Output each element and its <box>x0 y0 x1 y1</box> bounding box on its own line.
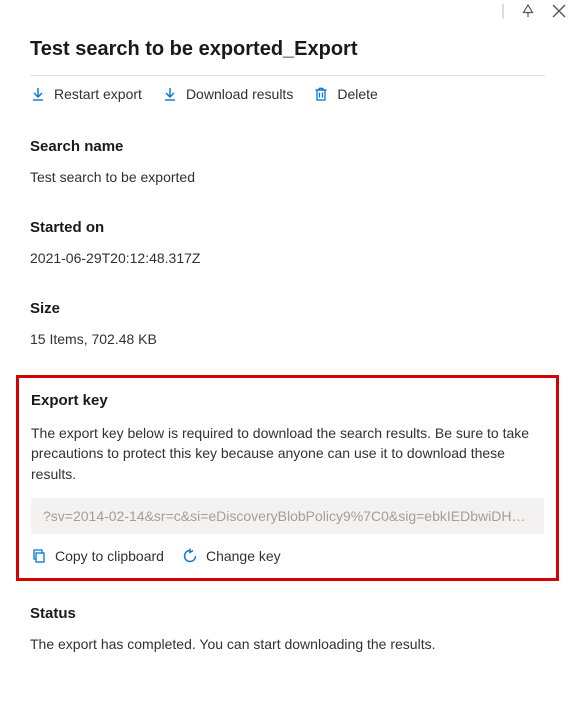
copy-to-clipboard-label: Copy to clipboard <box>55 548 164 564</box>
delete-label: Delete <box>337 86 377 102</box>
download-arrow-icon <box>162 86 178 102</box>
restart-export-label: Restart export <box>54 86 142 102</box>
divider <box>30 75 545 76</box>
status-section: Status The export has completed. You can… <box>30 605 545 652</box>
size-value: 15 Items, 702.48 KB <box>30 331 545 347</box>
change-key-label: Change key <box>206 548 281 564</box>
size-label: Size <box>30 300 545 317</box>
favorite-icon[interactable] <box>519 2 537 20</box>
copy-to-clipboard-button[interactable]: Copy to clipboard <box>31 548 164 564</box>
started-on-section: Started on 2021-06-29T20:12:48.317Z <box>30 219 545 266</box>
export-key-value: ?sv=2014-02-14&sr=c&si=eDiscoveryBlobPol… <box>31 498 544 534</box>
page-title: Test search to be exported_Export <box>30 38 545 61</box>
started-on-value: 2021-06-29T20:12:48.317Z <box>30 250 545 266</box>
trash-icon <box>313 86 329 102</box>
started-on-label: Started on <box>30 219 545 236</box>
export-key-actions: Copy to clipboard Change key <box>31 548 544 564</box>
status-value: The export has completed. You can start … <box>30 636 545 652</box>
delete-button[interactable]: Delete <box>313 86 377 102</box>
download-arrow-icon <box>30 86 46 102</box>
download-results-label: Download results <box>186 86 293 102</box>
restart-export-button[interactable]: Restart export <box>30 86 142 102</box>
export-key-label: Export key <box>31 392 544 409</box>
refresh-icon <box>182 548 198 564</box>
export-key-description: The export key below is required to down… <box>31 423 544 484</box>
search-name-section: Search name Test search to be exported <box>30 138 545 185</box>
export-key-section: Export key The export key below is requi… <box>16 375 559 581</box>
size-section: Size 15 Items, 702.48 KB <box>30 300 545 347</box>
download-results-button[interactable]: Download results <box>162 86 293 102</box>
close-icon[interactable] <box>551 3 567 19</box>
search-name-label: Search name <box>30 138 545 155</box>
search-name-value: Test search to be exported <box>30 169 545 185</box>
divider-icon: | <box>501 2 505 20</box>
toolbar: Restart export Download results <box>30 86 545 102</box>
status-label: Status <box>30 605 545 622</box>
copy-icon <box>31 548 47 564</box>
change-key-button[interactable]: Change key <box>182 548 281 564</box>
